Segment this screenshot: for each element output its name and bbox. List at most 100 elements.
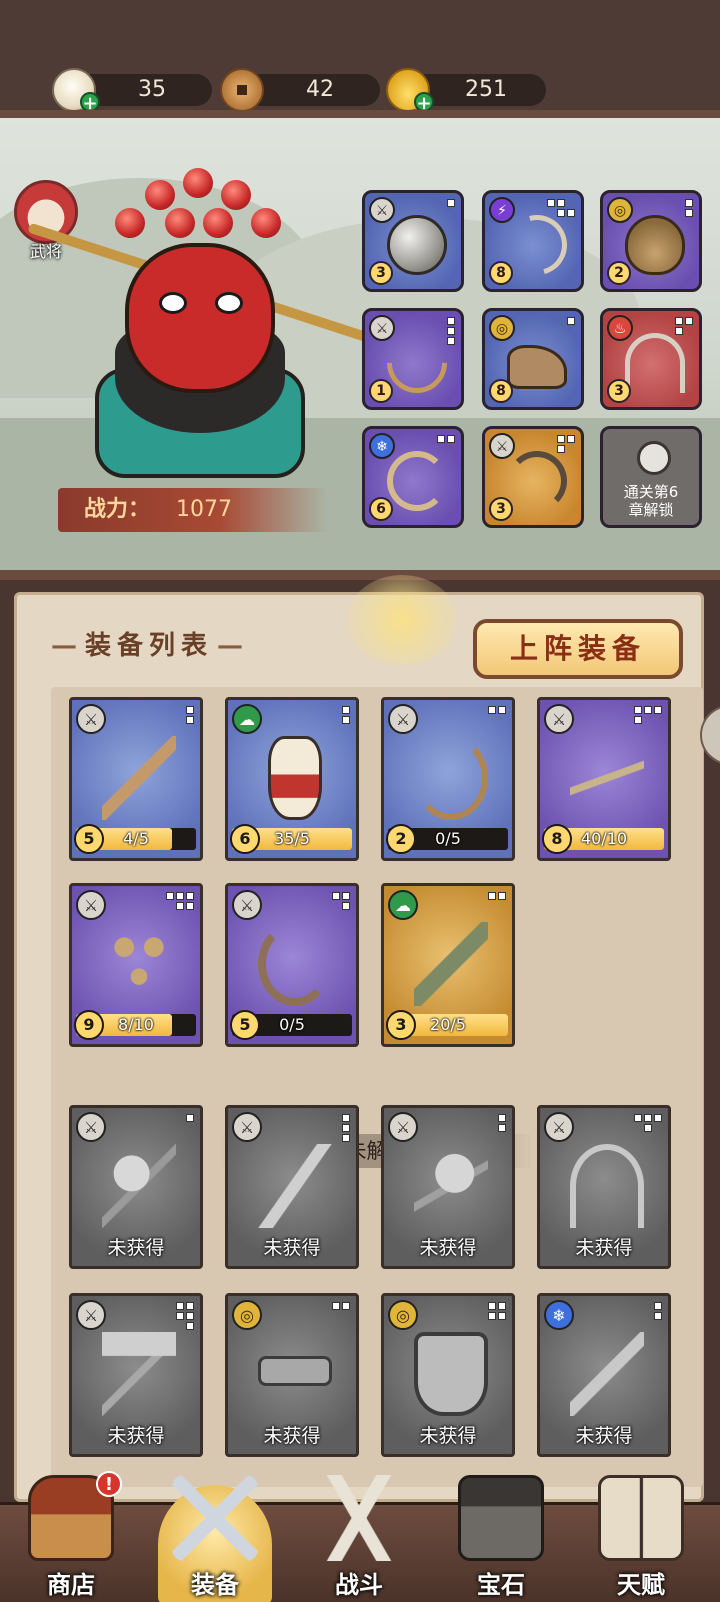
target-icon: ◎ (607, 197, 633, 223)
slot-size-indicator (332, 892, 350, 910)
item-level: 6 (230, 824, 260, 854)
hammer-item-icon (102, 1332, 176, 1416)
equipment-grid: ⚔ 4/5 5 ☁ 35/5 6 ⚔ 0/5 2 ⚔ 40/10 8 ⚔ 8/1… (51, 687, 703, 1487)
sword-icon: ⚔ (544, 704, 574, 734)
nav-battle[interactable]: 战斗 (294, 1475, 424, 1602)
not-obtained-label: 未获得 (107, 1425, 165, 1447)
gem-chest-icon (458, 1475, 544, 1561)
slot-size-indicator (186, 706, 194, 724)
slot-size-indicator (186, 1114, 194, 1122)
equipment-card[interactable]: ☁ 35/5 6 (225, 697, 359, 861)
combat-power-label: 战力： (84, 497, 151, 522)
locked-equipment-card[interactable]: ⚔ 未获得 (69, 1105, 203, 1269)
locked-equipment-card[interactable]: ◎ 未获得 (381, 1293, 515, 1457)
snowflake-icon: ❄ (369, 433, 395, 459)
equipped-slot[interactable]: ⚔ 1 (362, 308, 464, 410)
locked-slot[interactable]: 通关第6 章解锁 (600, 426, 702, 528)
sword-icon: ⚔ (369, 197, 395, 223)
crossed-blades-icon (316, 1475, 402, 1561)
poison-bottle-icon (268, 736, 322, 820)
equipped-slot[interactable]: ❄ 6 (362, 426, 464, 528)
item-level: 3 (607, 379, 631, 403)
sword-icon: ⚔ (76, 704, 106, 734)
iron-ball-icon (387, 215, 447, 275)
equipped-slot[interactable]: ◎ 8 (482, 308, 584, 410)
hero-eye (215, 292, 243, 314)
equipped-slot[interactable]: ◎ 2 (600, 190, 702, 292)
slot-size-indicator (166, 892, 194, 910)
ingot-resource[interactable]: + 251 (386, 68, 546, 113)
bun-resource[interactable]: + 35 (52, 68, 212, 113)
nav-label: 天赋 (617, 1570, 665, 1599)
locked-equipment-card[interactable]: ❄ 未获得 (537, 1293, 671, 1457)
slot-size-indicator (332, 1302, 350, 1310)
target-icon: ◎ (232, 1300, 262, 1330)
plus-icon[interactable]: + (414, 92, 434, 113)
nav-label: 商店 (47, 1570, 95, 1599)
pompom (183, 168, 213, 198)
item-level: 8 (489, 379, 513, 403)
item-level: 2 (386, 824, 416, 854)
talent-book-icon (598, 1475, 684, 1561)
slot-size-indicator (547, 199, 575, 217)
flute-item-icon (570, 1332, 644, 1416)
hero-character (27, 158, 373, 478)
hook-icon (387, 451, 447, 511)
equipment-card[interactable]: ⚔ 0/5 2 (381, 697, 515, 861)
locked-equipment-card[interactable]: ◎ 未获得 (225, 1293, 359, 1457)
equipment-card[interactable]: ⚔ 4/5 5 (69, 697, 203, 861)
slot-size-indicator (342, 1114, 350, 1142)
mace-item-icon (102, 1144, 176, 1228)
not-obtained-label: 未获得 (263, 1237, 321, 1259)
equipment-card[interactable]: ⚔ 0/5 5 (225, 883, 359, 1047)
nav-label: 宝石 (477, 1570, 525, 1599)
nav-gem[interactable]: 宝石 (436, 1475, 566, 1602)
equipment-card[interactable]: ⚔ 40/10 8 (537, 697, 671, 861)
equipment-list-panel: 装备列表 上阵装备 ⚔ 4/5 5 ☁ 35/5 6 ⚔ 0 (0, 575, 720, 1502)
poison-icon: ☁ (232, 704, 262, 734)
locked-equipment-card[interactable]: ⚔ 未获得 (381, 1105, 515, 1269)
slot-size-indicator (654, 1302, 662, 1320)
item-level: 5 (74, 824, 104, 854)
ingot-count: 251 (465, 77, 507, 102)
combat-power-value: 1077 (176, 497, 232, 522)
coin-count: 42 (306, 77, 334, 102)
coin-resource[interactable]: 42 (220, 68, 380, 112)
equipped-slot[interactable]: ⚔ 3 (362, 190, 464, 292)
slot-size-indicator (447, 199, 455, 207)
nav-talent[interactable]: 天赋 (576, 1475, 706, 1602)
crossed-swords-icon (172, 1475, 258, 1561)
slot-size-indicator (437, 435, 455, 443)
slot-size-indicator (488, 892, 506, 900)
not-obtained-label: 未获得 (419, 1425, 477, 1447)
snowflake-icon: ❄ (544, 1300, 574, 1330)
locked-equipment-card[interactable]: ⚔ 未获得 (225, 1105, 359, 1269)
slot-size-indicator (176, 1302, 194, 1330)
item-level: 1 (369, 379, 393, 403)
nav-shop[interactable]: ! 商店 (6, 1471, 136, 1602)
plus-icon[interactable]: + (80, 92, 100, 113)
equipped-slot[interactable]: ⚡ 8 (482, 190, 584, 292)
item-level: 3 (369, 261, 393, 285)
not-obtained-label: 未获得 (107, 1237, 165, 1259)
equipped-slot[interactable]: ⚔ 3 (482, 426, 584, 528)
locked-equipment-card[interactable]: ⚔ 未获得 (69, 1293, 203, 1457)
item-level: 3 (386, 1010, 416, 1040)
gourd-icon (625, 215, 685, 275)
pompom (145, 180, 175, 210)
locked-equipment-card[interactable]: ⚔ 未获得 (537, 1105, 671, 1269)
slot-size-indicator (634, 706, 662, 724)
nav-equip[interactable]: 装备 (150, 1475, 280, 1602)
sword-icon: ⚔ (232, 1112, 262, 1142)
target-icon: ◎ (489, 315, 515, 341)
equipment-card[interactable]: ☁ 20/5 3 (381, 883, 515, 1047)
equipped-slot[interactable]: ♨ 3 (600, 308, 702, 410)
pompom (203, 208, 233, 238)
spear-item-icon (570, 736, 644, 820)
sword-icon: ⚔ (76, 890, 106, 920)
lightning-icon: ⚡ (489, 197, 515, 223)
deploy-equipment-button[interactable]: 上阵装备 (473, 619, 683, 679)
pompom (251, 208, 281, 238)
shield-item-icon (414, 1332, 488, 1416)
equipment-card[interactable]: ⚔ 8/10 9 (69, 883, 203, 1047)
